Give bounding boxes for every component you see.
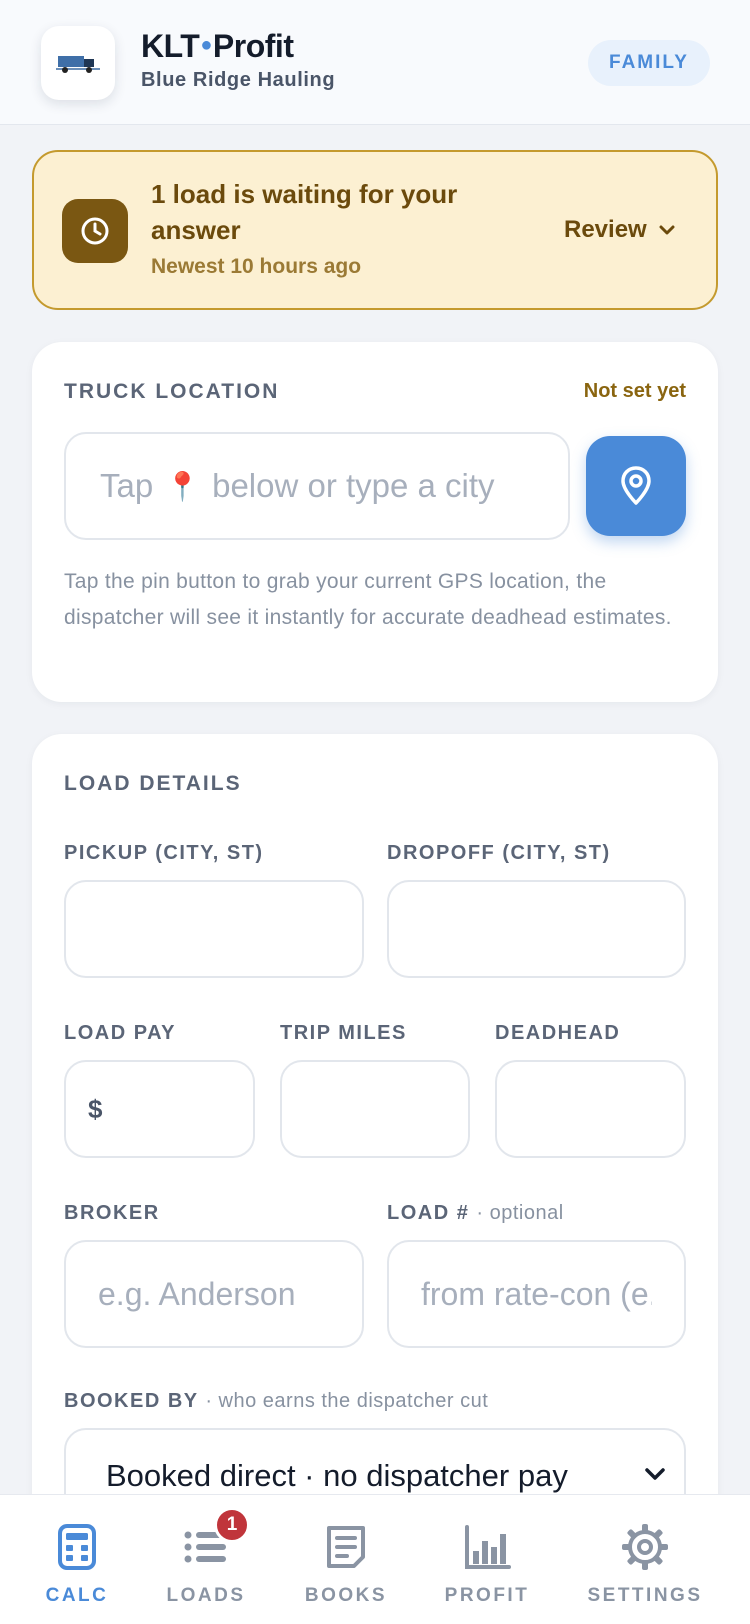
pickup-input[interactable] xyxy=(66,882,362,976)
gps-pin-button[interactable] xyxy=(586,436,686,536)
load-details-title: LOAD DETAILS xyxy=(64,772,242,795)
nav-profit-label: PROFIT xyxy=(444,1585,530,1606)
load-number-label: LOAD # · optional xyxy=(387,1202,564,1224)
nav-settings-label: SETTINGS xyxy=(587,1585,703,1606)
chevron-down-icon xyxy=(645,1468,665,1480)
broker-label: BROKER xyxy=(64,1202,160,1224)
nav-books-label: BOOKS xyxy=(304,1585,388,1606)
nav-calc-label: CALC xyxy=(45,1585,109,1606)
trip-miles-input[interactable] xyxy=(282,1062,468,1156)
dollar-sign: $ xyxy=(88,1093,103,1124)
deadhead-label: DEADHEAD xyxy=(495,1022,621,1044)
trip-miles-label: TRIP MILES xyxy=(280,1022,407,1044)
dropoff-label: DROPOFF (CITY, ST) xyxy=(387,842,611,864)
load-number-input[interactable] xyxy=(389,1242,684,1346)
loads-count-badge: 1 xyxy=(214,1507,250,1543)
app-logo xyxy=(41,26,115,100)
load-pay-label: LOAD PAY xyxy=(64,1022,177,1044)
truck-logo-icon xyxy=(56,56,100,73)
location-input[interactable]: Tap 📍 below or type a city xyxy=(64,432,570,540)
app-title: KLT●Profit xyxy=(141,28,294,64)
nav-profit[interactable]: PROFIT xyxy=(412,1521,562,1613)
location-placeholder: Tap 📍 below or type a city xyxy=(100,467,495,504)
load-details-card: LOAD DETAILS PICKUP (CITY, ST) DROPOFF (… xyxy=(32,734,718,1624)
nav-settings[interactable]: SETTINGS xyxy=(570,1521,720,1613)
alert-title: 1 load is waiting for your answer xyxy=(151,179,458,245)
broker-field[interactable] xyxy=(64,1240,364,1348)
review-button[interactable]: Review xyxy=(564,208,675,252)
pickup-label: PICKUP (CITY, ST) xyxy=(64,842,264,864)
document-icon xyxy=(320,1521,372,1573)
broker-input[interactable] xyxy=(66,1242,362,1346)
nav-loads-label: LOADS xyxy=(166,1585,246,1606)
pickup-field[interactable] xyxy=(64,880,364,978)
deadhead-field[interactable] xyxy=(495,1060,686,1158)
booked-by-label: BOOKED BY · who earns the dispatcher cut xyxy=(64,1390,489,1412)
load-number-field[interactable] xyxy=(387,1240,686,1348)
alert-subtitle: Newest 10 hours ago xyxy=(151,255,362,278)
load-pay-field[interactable]: $ xyxy=(64,1060,255,1158)
truck-location-card: TRUCK LOCATION Not set yet Tap 📍 below o… xyxy=(32,342,718,702)
nav-loads[interactable]: 1 LOADS xyxy=(131,1507,281,1613)
bar-chart-icon xyxy=(461,1521,513,1573)
review-label: Review xyxy=(564,216,647,243)
map-pin-icon xyxy=(621,466,651,505)
company-name: Blue Ridge Hauling xyxy=(141,69,336,91)
bottom-navigation: CALC 1 LOADS BOOKS PROFIT SETTINGS xyxy=(0,1494,750,1624)
location-hint: Tap the pin button to grab your current … xyxy=(64,570,672,629)
dropoff-input[interactable] xyxy=(389,882,684,976)
truck-location-title: TRUCK LOCATION xyxy=(64,380,280,403)
pending-load-alert[interactable]: 1 load is waiting for your answer Newest… xyxy=(32,150,718,310)
nav-calc[interactable]: CALC xyxy=(2,1521,152,1613)
calculator-icon xyxy=(51,1521,103,1573)
dropoff-field[interactable] xyxy=(387,880,686,978)
plan-badge[interactable]: FAMILY xyxy=(588,40,710,86)
nav-books[interactable]: BOOKS xyxy=(271,1521,421,1613)
booked-by-value: Booked direct · no dispatcher pay xyxy=(106,1458,568,1493)
trip-miles-field[interactable] xyxy=(280,1060,470,1158)
chevron-down-icon xyxy=(659,225,675,235)
pushpin-icon: 📍 xyxy=(165,470,201,502)
location-status: Not set yet xyxy=(583,380,686,402)
app-header: KLT●Profit Blue Ridge Hauling FAMILY xyxy=(0,0,750,125)
gear-icon xyxy=(619,1521,671,1573)
list-icon: 1 xyxy=(180,1507,250,1573)
deadhead-input[interactable] xyxy=(497,1062,684,1156)
clock-icon xyxy=(62,199,128,263)
